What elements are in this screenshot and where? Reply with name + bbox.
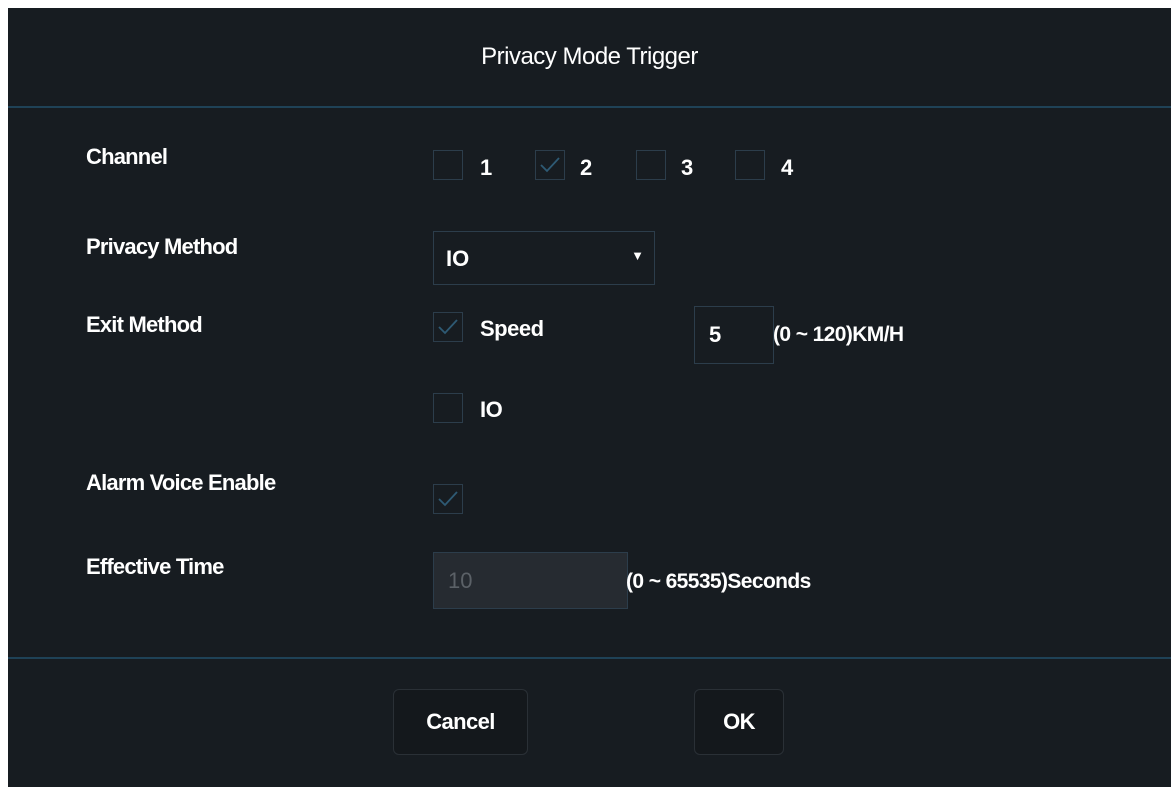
speed-range-hint: (0 ~ 120)KM/H xyxy=(773,323,904,346)
checkmark-icon xyxy=(438,319,458,335)
channel-3-label: 3 xyxy=(681,155,693,180)
checkmark-icon xyxy=(438,491,458,507)
channel-4-checkbox[interactable] xyxy=(735,150,765,180)
alarm-voice-label: Alarm Voice Enable xyxy=(86,470,276,495)
exit-io-label: IO xyxy=(480,397,503,422)
privacy-method-label: Privacy Method xyxy=(86,234,238,259)
caret-down-icon: ▼ xyxy=(631,248,644,263)
cancel-button[interactable]: Cancel xyxy=(393,689,528,755)
channel-1-checkbox[interactable] xyxy=(433,150,463,180)
channel-4-label: 4 xyxy=(781,155,793,180)
channel-2-label: 2 xyxy=(580,155,592,180)
speed-input[interactable] xyxy=(694,306,774,364)
privacy-mode-trigger-dialog: Privacy Mode Trigger Channel 1 2 3 4 Pri… xyxy=(8,8,1171,787)
dialog-title: Privacy Mode Trigger xyxy=(8,8,1171,108)
privacy-method-value: IO xyxy=(446,246,470,271)
channel-3-checkbox[interactable] xyxy=(636,150,666,180)
alarm-voice-checkbox[interactable] xyxy=(433,484,463,514)
channel-1-label: 1 xyxy=(480,155,492,180)
footer-divider xyxy=(8,657,1171,659)
privacy-method-select[interactable]: IO ▼ xyxy=(433,231,655,285)
exit-method-label: Exit Method xyxy=(86,312,203,337)
channel-label: Channel xyxy=(86,144,168,169)
checkmark-icon xyxy=(540,157,560,173)
effective-time-input xyxy=(433,552,628,609)
channel-2-checkbox[interactable] xyxy=(535,150,565,180)
effective-time-label: Effective Time xyxy=(86,554,224,579)
exit-speed-checkbox[interactable] xyxy=(433,312,463,342)
effective-time-range-hint: (0 ~ 65535)Seconds xyxy=(626,570,811,593)
exit-speed-label: Speed xyxy=(480,316,544,341)
exit-io-checkbox[interactable] xyxy=(433,393,463,423)
ok-button[interactable]: OK xyxy=(694,689,784,755)
